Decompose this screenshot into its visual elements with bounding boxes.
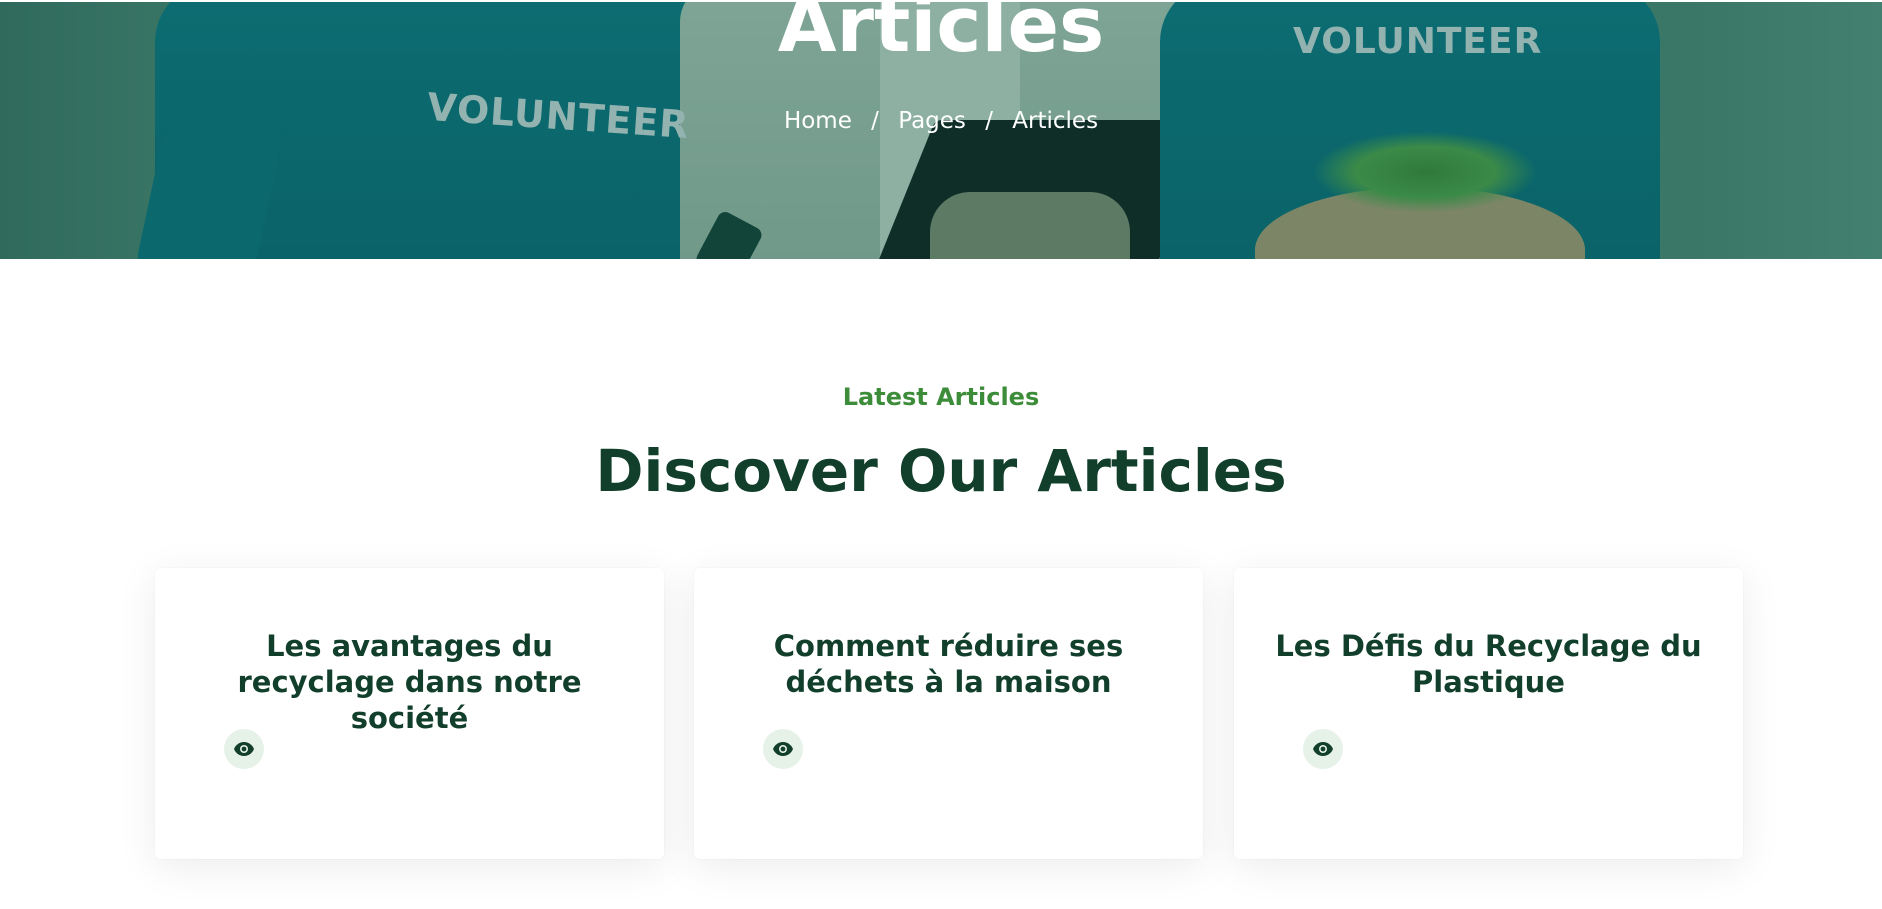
eye-icon <box>1313 742 1333 756</box>
breadcrumb: Home / Pages / Articles <box>0 108 1882 134</box>
article-title[interactable]: Les Défis du Recyclage du Plastique <box>1274 628 1703 700</box>
article-card[interactable]: Comment réduire ses déchets à la maison <box>694 568 1203 859</box>
hero-banner: VOLUNTEER VOLUNTEER Articles Home / Page… <box>0 2 1882 259</box>
view-article-button[interactable] <box>1303 729 1343 769</box>
view-article-button[interactable] <box>763 729 803 769</box>
article-card[interactable]: Les Défis du Recyclage du Plastique <box>1234 568 1743 859</box>
hero-image-hand <box>930 192 1130 259</box>
article-title[interactable]: Comment réduire ses déchets à la maison <box>734 628 1163 700</box>
eye-icon <box>234 742 254 756</box>
eye-icon <box>773 742 793 756</box>
article-card[interactable]: Les avantages du recyclage dans notre so… <box>155 568 664 859</box>
article-title[interactable]: Les avantages du recyclage dans notre so… <box>195 628 624 736</box>
page-title: Articles <box>777 2 1105 69</box>
hero-image-greens <box>1315 132 1535 212</box>
breadcrumb-current: Articles <box>1012 108 1099 134</box>
view-article-button[interactable] <box>224 729 264 769</box>
breadcrumb-home-link[interactable]: Home <box>784 108 852 134</box>
breadcrumb-separator: / <box>871 108 879 134</box>
breadcrumb-separator: / <box>985 108 993 134</box>
breadcrumb-pages-link[interactable]: Pages <box>898 108 966 134</box>
section-eyebrow: Latest Articles <box>842 383 1040 411</box>
section-title: Discover Our Articles <box>595 437 1287 505</box>
